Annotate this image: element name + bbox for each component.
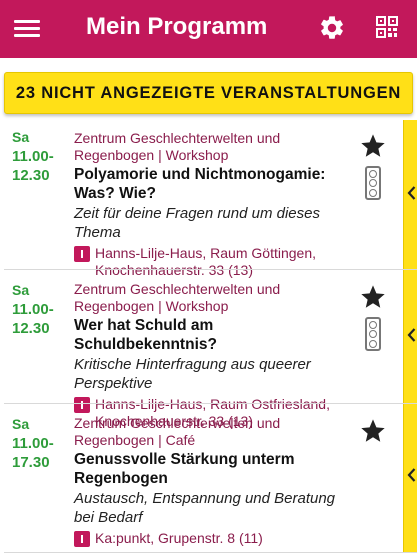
event-title: Wer hat Schuld am Schuldbekenntnis?: [74, 317, 217, 353]
event-item[interactable]: Sa 11.00- 12.30 Zentrum Geschlechterwelt…: [0, 120, 417, 278]
event-title: Genussvolle Stärkung unterm Regenbogen: [74, 451, 295, 487]
event-subtitle: Austausch, Entspannung und Beratung bei …: [74, 490, 336, 526]
expand-tab[interactable]: [403, 270, 417, 404]
event-subtitle: Zeit für deine Fragen rund um dieses The…: [74, 205, 320, 241]
event-end: 12.30: [12, 167, 50, 184]
event-subtitle: Kritische Hinterfragung aus queerer Pers…: [74, 356, 311, 392]
menu-icon[interactable]: [14, 16, 40, 40]
event-time: Sa 11.00- 17.30: [12, 415, 54, 472]
expand-tab[interactable]: [403, 404, 417, 553]
page-title: Mein Programm: [86, 13, 268, 40]
event-day: Sa: [12, 416, 30, 432]
event-start: 11.00-: [12, 301, 54, 318]
star-icon[interactable]: [359, 283, 387, 311]
location-pin-icon: [74, 531, 90, 547]
traffic-light-icon[interactable]: [365, 166, 381, 200]
event-start: 11.00-: [12, 435, 54, 452]
event-item[interactable]: Sa 11.00- 12.30 Zentrum Geschlechterwelt…: [0, 270, 417, 429]
event-end: 17.30: [12, 454, 50, 471]
event-day: Sa: [12, 129, 30, 145]
gear-icon[interactable]: [318, 14, 346, 42]
expand-tab[interactable]: [403, 120, 417, 270]
event-organizer: Zentrum Geschlechterwelten und Regenboge…: [74, 281, 281, 314]
event-time: Sa 11.00- 12.30: [12, 281, 54, 338]
event-organizer: Zentrum Geschlechterwelten und Regenboge…: [74, 130, 281, 163]
hidden-events-banner[interactable]: 23 NICHT ANGEZEIGTE VERANSTALTUNGEN: [4, 72, 413, 114]
event-title: Polyamorie und Nichtmonogamie: Was? Wie?: [74, 166, 326, 202]
traffic-light-icon[interactable]: [365, 317, 381, 351]
qr-code-icon[interactable]: [376, 16, 398, 38]
event-end: 12.30: [12, 320, 50, 337]
event-location[interactable]: Ka:punkt, Grupenstr. 8 (11): [74, 530, 354, 547]
event-day: Sa: [12, 282, 30, 298]
event-item[interactable]: Sa 11.00- 17.30 Zentrum Geschlechterwelt…: [0, 404, 417, 553]
app-bar: Mein Programm: [0, 0, 417, 58]
event-time: Sa 11.00- 12.30: [12, 128, 54, 185]
chevron-left-icon: [407, 186, 416, 200]
event-location-text: Ka:punkt, Grupenstr. 8 (11): [95, 530, 263, 546]
location-pin-icon: [74, 246, 90, 262]
event-start: 11.00-: [12, 148, 54, 165]
event-organizer: Zentrum Geschlechterwelten und Regenboge…: [74, 415, 281, 448]
star-icon[interactable]: [359, 417, 387, 445]
star-icon[interactable]: [359, 132, 387, 160]
chevron-left-icon: [407, 468, 416, 482]
event-content: Zentrum Geschlechterwelten und Regenboge…: [74, 130, 354, 279]
chevron-left-icon: [407, 328, 416, 342]
event-content: Zentrum Geschlechterwelten und Regenboge…: [74, 415, 354, 547]
